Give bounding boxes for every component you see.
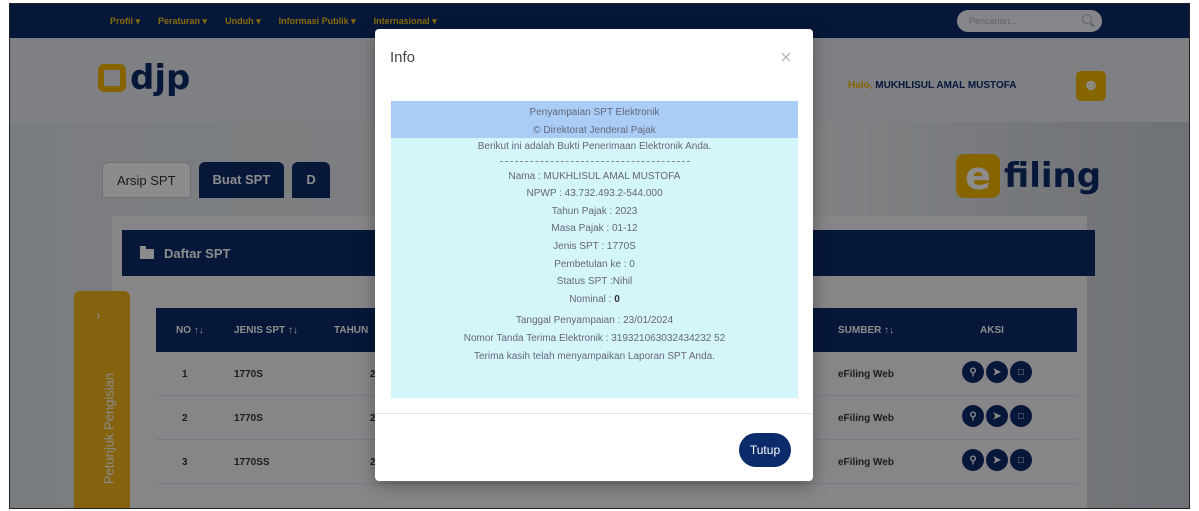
receipt-divider (499, 160, 690, 162)
close-icon[interactable]: × (780, 47, 792, 70)
receipt-box: Penyampaian SPT Elektronik © Direktorat … (391, 101, 798, 398)
modal-footer-divider (375, 413, 813, 414)
receipt-header-line2: © Direktorat Jenderal Pajak (533, 124, 656, 136)
info-modal: Info × Penyampaian SPT Elektronik © Dire… (375, 29, 813, 481)
receipt-intro: Berikut ini adalah Bukti Penerimaan Elek… (477, 141, 712, 152)
receipt-nominal-value: 0 (614, 293, 620, 305)
browser-frame: Profil ▾ Peraturan ▾ Unduh ▾ Informasi P… (9, 3, 1190, 509)
receipt-header: Penyampaian SPT Elektronik © Direktorat … (391, 101, 798, 138)
receipt-nominal-label: Nominal : (569, 293, 615, 305)
tutup-button[interactable]: Tutup (739, 433, 791, 467)
receipt-nama: Nama : MUKHLISUL AMAL MUSTOFA (508, 170, 681, 182)
receipt-ntte: Nomor Tanda Terima Elektronik : 31932106… (463, 332, 726, 344)
receipt-tanggal: Tanggal Penyampaian : 23/01/2024 (515, 315, 674, 327)
receipt-status: Status SPT :Nihil (556, 276, 633, 288)
receipt-header-line1: Penyampaian SPT Elektronik (529, 107, 660, 118)
receipt-nominal: Nominal : 0 (391, 291, 798, 309)
receipt-masa-pajak: Masa Pajak : 01-12 (551, 223, 638, 235)
receipt-tahun-pajak: Tahun Pajak : 2023 (551, 205, 638, 217)
receipt-npwp: NPWP : 43.732.493.2-544.000 (526, 188, 663, 200)
modal-title: Info (390, 49, 416, 66)
receipt-pembetulan: Pembetulan ke : 0 (554, 258, 635, 270)
receipt-jenis-spt: Jenis SPT : 1770S (553, 240, 636, 252)
receipt-thanks: Terima kasih telah menyampaikan Laporan … (473, 350, 716, 362)
